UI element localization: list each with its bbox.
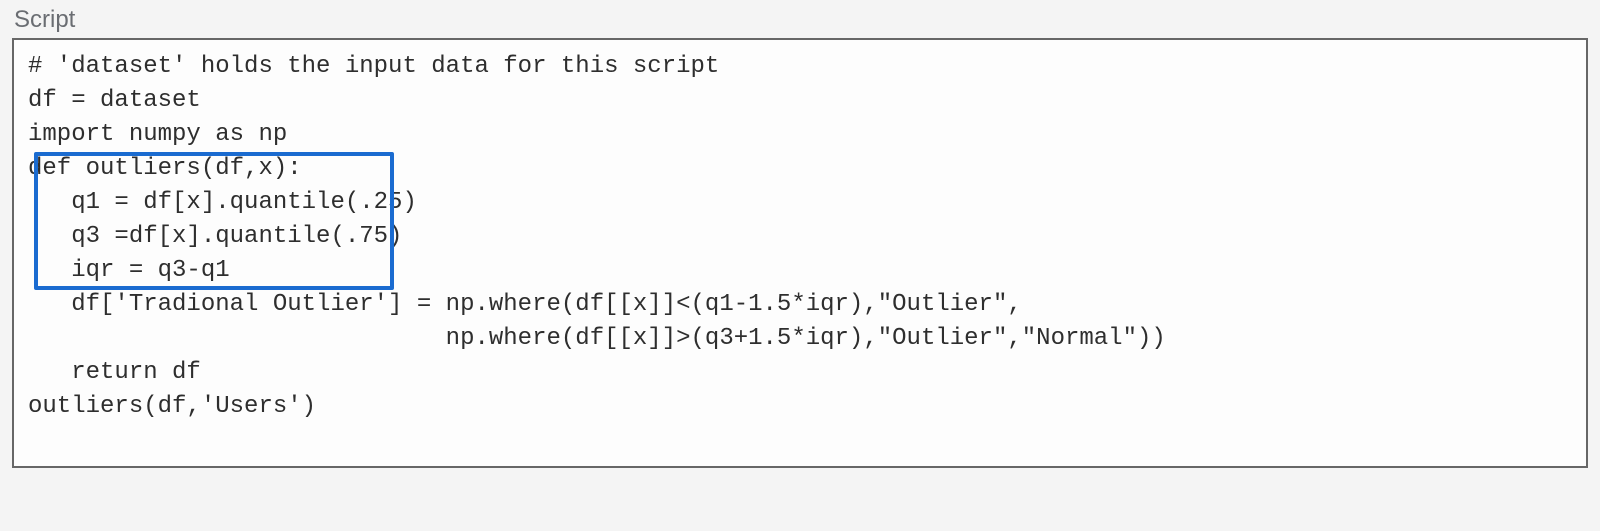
script-editor[interactable]: # 'dataset' holds the input data for thi… [12, 38, 1588, 468]
code-line[interactable]: df = dataset [28, 84, 1572, 118]
code-line[interactable]: q1 = df[x].quantile(.25) [28, 186, 1572, 220]
script-panel-label: Script [14, 6, 1588, 34]
code-line[interactable]: return df [28, 356, 1572, 390]
code-line[interactable]: iqr = q3-q1 [28, 254, 1572, 288]
code-line[interactable]: def outliers(df,x): [28, 152, 1572, 186]
code-line[interactable]: df['Tradional Outlier'] = np.where(df[[x… [28, 288, 1572, 322]
code-line[interactable]: outliers(df,'Users') [28, 390, 1572, 424]
script-panel: Script # 'dataset' holds the input data … [0, 0, 1600, 486]
code-line[interactable]: # 'dataset' holds the input data for thi… [28, 50, 1572, 84]
code-line[interactable]: import numpy as np [28, 118, 1572, 152]
code-line[interactable]: np.where(df[[x]]>(q3+1.5*iqr),"Outlier",… [28, 322, 1572, 356]
code-line[interactable]: q3 =df[x].quantile(.75) [28, 220, 1572, 254]
